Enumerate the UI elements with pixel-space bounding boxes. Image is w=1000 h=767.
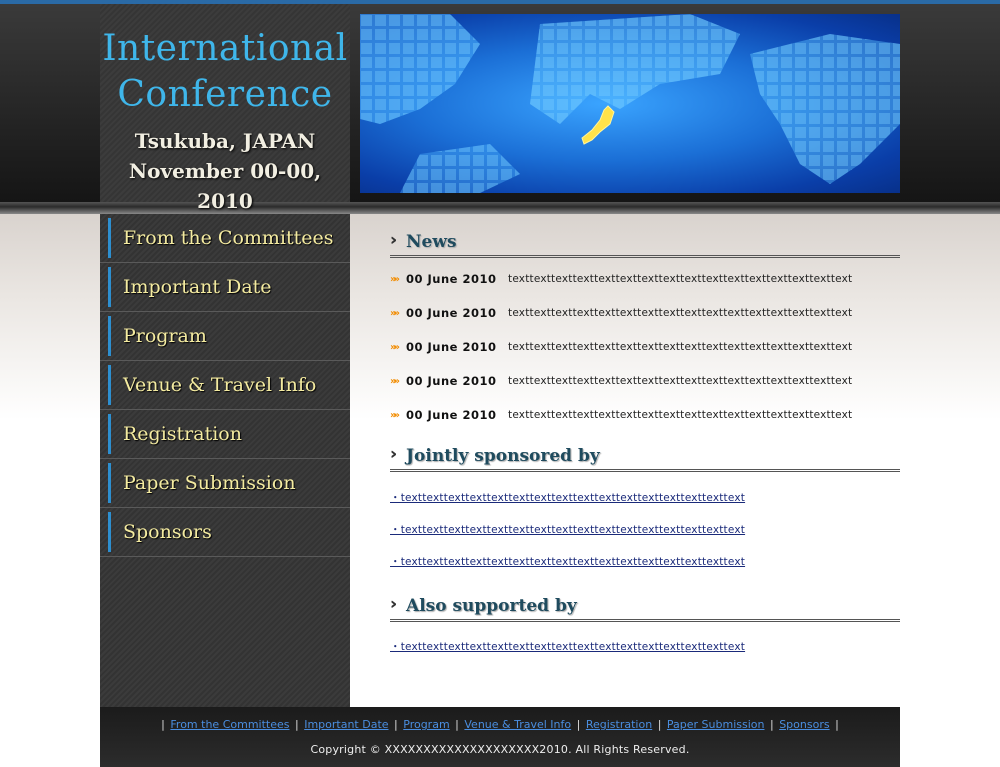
nav-item-label: Registration: [123, 423, 242, 445]
nav-marker-icon: [108, 512, 111, 552]
nav-marker-icon: [108, 463, 111, 503]
nav-item-important-date[interactable]: Important Date: [100, 263, 350, 312]
copyright-text: Copyright © XXXXXXXXXXXXXXXXXXXX2010. Al…: [310, 743, 690, 756]
news-heading: ›› News: [390, 214, 900, 258]
site-title-box: International Conference Tsukuba, JAPAN …: [100, 4, 350, 213]
conference-title-line1: International: [102, 28, 348, 69]
supporter-link[interactable]: ・texttexttexttexttexttexttexttexttexttex…: [390, 631, 900, 663]
news-date: 00 June 2010: [406, 340, 497, 354]
also-supported-heading: ›› Also supported by: [390, 578, 900, 622]
news-text: texttexttexttexttexttexttexttexttexttext…: [508, 307, 853, 319]
conference-title: International Conference: [100, 26, 350, 118]
nav-item-registration[interactable]: Registration: [100, 410, 350, 459]
news-item: »» 00 June 2010 texttexttexttexttexttext…: [390, 398, 900, 432]
footer-separator: |: [576, 718, 581, 731]
news-text: texttexttexttexttexttexttexttexttexttext…: [508, 409, 853, 421]
news-text: texttexttexttexttexttexttexttexttexttext…: [508, 341, 853, 353]
conference-title-line2: Conference: [117, 74, 333, 115]
sponsor-link[interactable]: ・texttexttexttexttexttexttexttexttexttex…: [390, 546, 900, 578]
nav-item-label: Sponsors: [123, 521, 212, 543]
nav-item-sponsors[interactable]: Sponsors: [100, 508, 350, 557]
news-date: 00 June 2010: [406, 272, 497, 286]
nav-marker-icon: [108, 365, 111, 405]
footer-link-from-the-committees[interactable]: From the Committees: [170, 718, 289, 731]
main-content: ›› News »» 00 June 2010 texttexttexttext…: [390, 214, 900, 663]
double-chevron-right-icon: ››: [390, 230, 398, 249]
double-chevron-right-icon: ››: [390, 594, 398, 613]
news-chevron-icon: »»: [390, 341, 400, 353]
news-date: 00 June 2010: [406, 374, 497, 388]
footer-link-venue-travel-info[interactable]: Venue & Travel Info: [464, 718, 571, 731]
nav-item-label: Important Date: [123, 276, 272, 298]
nav-item-label: Paper Submission: [123, 472, 296, 494]
footer-link-important-date[interactable]: Important Date: [304, 718, 388, 731]
news-text: texttexttexttexttexttexttexttexttexttext…: [508, 375, 853, 387]
double-chevron-right-icon: ››: [390, 444, 398, 463]
nav-item-program[interactable]: Program: [100, 312, 350, 361]
nav-marker-icon: [108, 316, 111, 356]
also-supported-heading-text: Also supported by: [406, 596, 577, 616]
footer-separator: |: [835, 718, 839, 731]
nav-item-label: From the Committees: [123, 227, 334, 249]
footer-separator: |: [161, 718, 165, 731]
footer-separator: |: [769, 718, 774, 731]
jointly-sponsored-heading: ›› Jointly sponsored by: [390, 432, 900, 472]
nav-marker-icon: [108, 414, 111, 454]
news-chevron-icon: »»: [390, 307, 400, 319]
news-text: texttexttexttexttexttexttexttexttexttext…: [508, 273, 853, 285]
news-chevron-icon: »»: [390, 273, 400, 285]
news-chevron-icon: »»: [390, 375, 400, 387]
news-chevron-icon: »»: [390, 409, 400, 421]
footer-separator: |: [294, 718, 299, 731]
conference-place: Tsukuba, JAPAN: [134, 129, 316, 153]
nav-marker-icon: [108, 267, 111, 307]
news-item: »» 00 June 2010 texttexttexttexttexttext…: [390, 364, 900, 398]
news-date: 00 June 2010: [406, 408, 497, 422]
news-item: »» 00 June 2010 texttexttexttexttexttext…: [390, 296, 900, 330]
nav-item-label: Program: [123, 325, 207, 347]
nav-item-paper-submission[interactable]: Paper Submission: [100, 459, 350, 508]
news-date: 00 June 2010: [406, 306, 497, 320]
nav-item-from-the-committees[interactable]: From the Committees: [100, 214, 350, 263]
footer-link-program[interactable]: Program: [403, 718, 449, 731]
footer-link-sponsors[interactable]: Sponsors: [779, 718, 829, 731]
footer-separator: |: [657, 718, 662, 731]
footer-nav: | From the Committees | Important Date |…: [100, 718, 900, 731]
world-map-banner: [360, 14, 900, 193]
conference-date: November 00-00, 2010: [128, 159, 322, 213]
nav-marker-icon: [108, 218, 111, 258]
sponsor-link[interactable]: ・texttexttexttexttexttexttexttexttexttex…: [390, 514, 900, 546]
footer-separator: |: [394, 718, 398, 731]
nav-item-label: Venue & Travel Info: [123, 374, 317, 396]
footer-separator: |: [455, 718, 459, 731]
news-item: »» 00 June 2010 texttexttexttexttexttext…: [390, 330, 900, 364]
footer-link-registration[interactable]: Registration: [586, 718, 652, 731]
footer: | From the Committees | Important Date |…: [100, 707, 900, 767]
sidebar-nav: From the Committees Important Date Progr…: [100, 214, 350, 707]
news-heading-text: News: [406, 232, 457, 252]
sponsor-link[interactable]: ・texttexttexttexttexttexttexttexttexttex…: [390, 482, 900, 514]
news-item: »» 00 June 2010 texttexttexttexttexttext…: [390, 262, 900, 296]
jointly-sponsored-heading-text: Jointly sponsored by: [406, 446, 600, 466]
footer-link-paper-submission[interactable]: Paper Submission: [667, 718, 765, 731]
nav-item-venue-travel-info[interactable]: Venue & Travel Info: [100, 361, 350, 410]
